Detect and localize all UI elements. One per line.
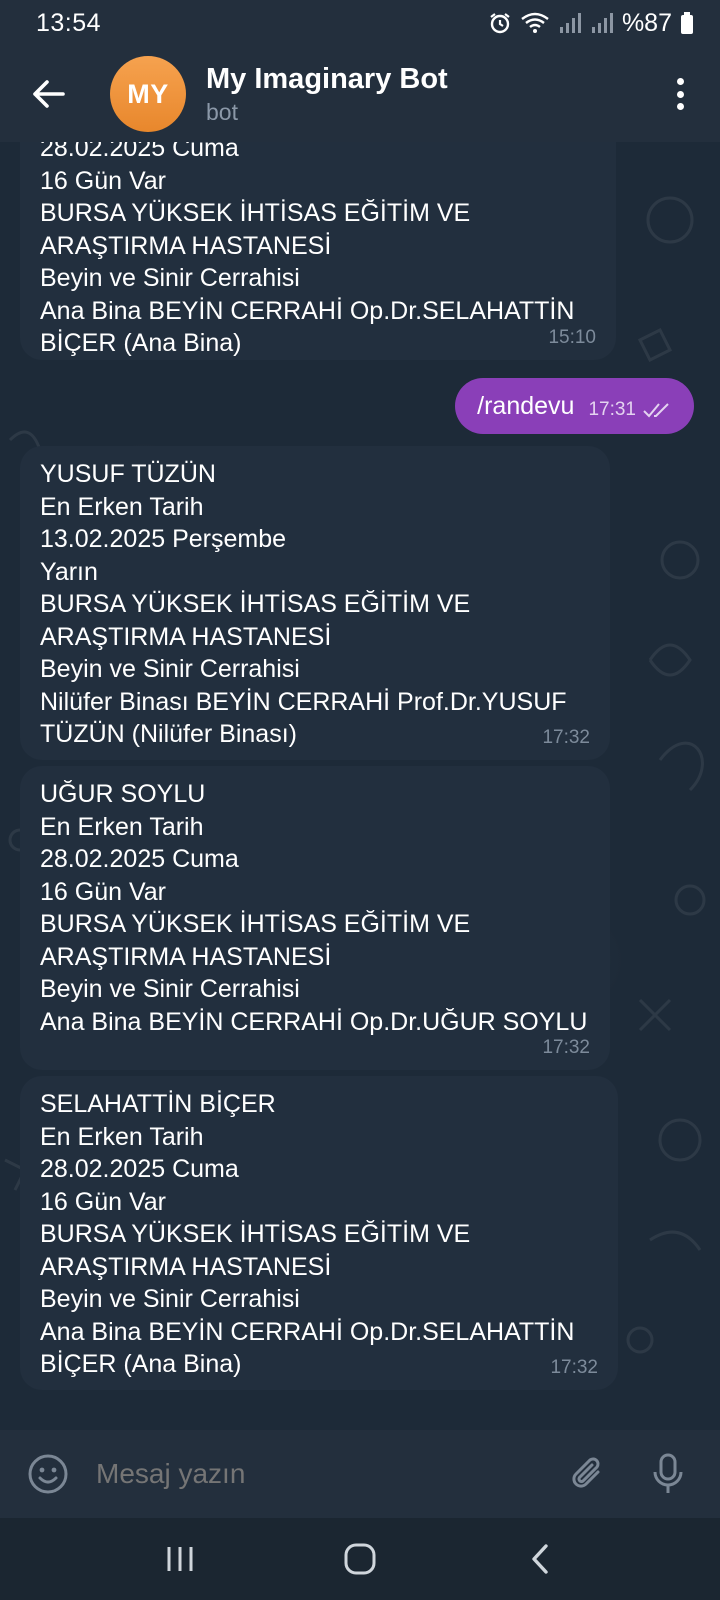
message-line: ARAŞTIRMA HASTANESİ [40,622,332,651]
emoji-button[interactable] [0,1453,96,1495]
chat-title-block[interactable]: My Imaginary Bot bot [206,61,448,127]
message-line: 28.02.2025 Cuma [40,845,239,873]
message-bubble-incoming[interactable]: YUSUF TÜZÜN En Erken Tarih 13.02.2025 Pe… [20,446,610,760]
message-line: 16 Gün Var [40,166,167,195]
message-line: BİÇER (Ana Bina) [40,1350,242,1378]
status-bar: 13:54 %87 [0,0,720,46]
message-line: 13.02.2025 Perşembe [40,525,287,553]
system-nav-bar [0,1518,720,1600]
message-line: ARAŞTIRMA HASTANESİ [40,231,332,260]
message-line: 16 Gün Var [40,877,167,906]
chat-title: My Imaginary Bot [206,63,448,95]
nav-home-button[interactable] [320,1529,400,1589]
double-check-icon [643,403,669,418]
message-time: 15:10 [548,326,596,348]
message-time: 17:32 [542,726,590,748]
message-bubble-incoming[interactable]: SELAHATTİN BİÇER En Erken Tarih 28.02.20… [20,1076,618,1390]
more-vertical-icon-dot [676,90,684,98]
message-line: BİÇER (Ana Bina) [40,329,242,357]
battery-icon [681,12,693,34]
message-list[interactable]: 28.02.2025 Cuma 16 Gün Var BURSA YÜKSEK … [0,142,720,1430]
message-bubble-incoming[interactable]: UĞUR SOYLU En Erken Tarih 28.02.2025 Cum… [20,766,610,1070]
message-line: ARAŞTIRMA HASTANESİ [40,942,332,971]
message-line: 28.02.2025 Cuma [40,1155,239,1183]
message-line: YUSUF TÜZÜN [40,460,216,488]
message-line: En Erken Tarih [40,812,204,841]
status-time: 13:54 [36,8,102,37]
message-line: TÜZÜN (Nilüfer Binası) [40,720,297,748]
signal-icon-2 [591,13,613,33]
message-time: 17:32 [550,1356,598,1378]
arrow-left-icon [33,80,65,108]
message-line: Beyin ve Sinir Cerrahisi [40,975,300,1003]
nav-back-icon [532,1544,548,1574]
battery-percent: %87 [621,8,672,37]
status-icons: %87 [488,9,694,38]
alarm-icon [490,13,510,34]
message-line: En Erken Tarih [40,1122,204,1151]
message-time: 17:31 [588,399,636,420]
message-bubble-outgoing[interactable]: /randevu 17:31 [455,378,694,434]
message-line: Ana Bina BEYİN CERRAHİ Op.Dr.UĞUR SOYLU [40,1007,588,1036]
message-line: Beyin ve Sinir Cerrahisi [40,1285,300,1313]
more-menu-button[interactable] [668,72,692,116]
signal-icon [559,13,581,33]
chat-subtitle: bot [206,99,238,125]
message-time: 17:32 [542,1036,590,1058]
message-line: UĞUR SOYLU [40,780,206,808]
more-vertical-icon-dot [676,103,684,110]
message-composer [0,1430,720,1518]
message-line: 28.02.2025 Cuma [40,142,239,162]
microphone-button[interactable] [638,1452,698,1496]
microphone-icon [653,1453,683,1493]
message-line: BURSA YÜKSEK İHTİSAS EĞİTİM VE [40,590,471,618]
message-text: /randevu [477,391,575,420]
message-line: 16 Gün Var [40,1187,167,1216]
message-input[interactable] [96,1458,558,1490]
message-line: Nilüfer Binası BEYİN CERRAHİ Prof.Dr.YUS… [40,687,567,716]
message-line: BURSA YÜKSEK İHTİSAS EĞİTİM VE [40,910,471,938]
attach-button[interactable] [558,1454,618,1494]
home-icon [344,1543,376,1575]
recents-icon [167,1547,193,1571]
message-bubble-incoming[interactable]: 28.02.2025 Cuma 16 Gün Var BURSA YÜKSEK … [20,142,616,360]
back-button[interactable] [8,46,88,142]
chat-header: MY My Imaginary Bot bot [0,46,720,142]
smiley-icon [28,1454,68,1494]
paperclip-icon [572,1457,600,1488]
message-line: Yarın [40,557,98,586]
message-line: BURSA YÜKSEK İHTİSAS EĞİTİM VE [40,1220,471,1248]
message-line: Ana Bina BEYİN CERRAHİ Op.Dr.SELAHATTİN [40,296,575,325]
message-line: Beyin ve Sinir Cerrahisi [40,655,300,683]
nav-recents-button[interactable] [140,1529,220,1589]
message-line: ARAŞTIRMA HASTANESİ [40,1252,332,1281]
more-vertical-icon [676,78,684,85]
nav-back-button[interactable] [500,1529,580,1589]
message-line: BURSA YÜKSEK İHTİSAS EĞİTİM VE [40,199,471,227]
message-line: Beyin ve Sinir Cerrahisi [40,264,300,292]
message-line: SELAHATTİN BİÇER [40,1090,276,1118]
wifi-icon [521,12,549,33]
avatar[interactable]: MY [110,56,186,132]
message-line: Ana Bina BEYİN CERRAHİ Op.Dr.SELAHATTİN [40,1317,575,1346]
message-line: En Erken Tarih [40,492,204,521]
